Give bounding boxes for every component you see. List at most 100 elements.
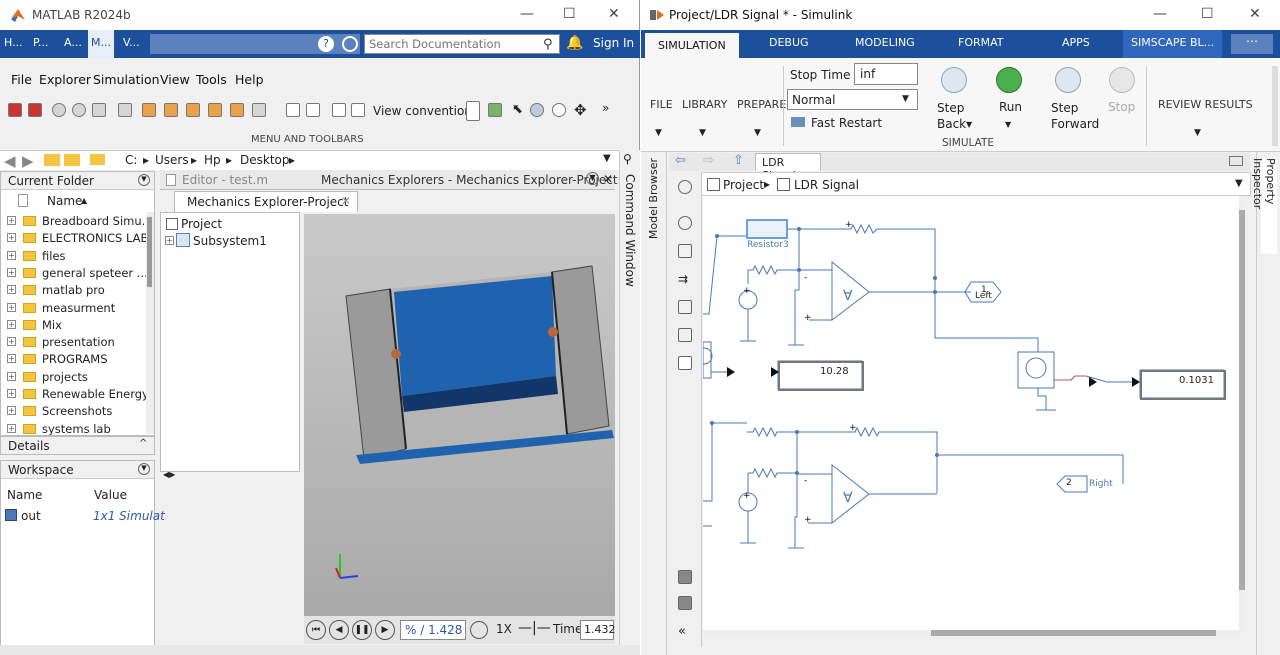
expand-icon[interactable]: +	[7, 371, 16, 381]
horizontal-scrollbar[interactable]	[703, 630, 1239, 636]
resistor3-label[interactable]: Resistor3	[747, 240, 789, 250]
list-item[interactable]: + projects	[1, 369, 146, 386]
annotation-icon[interactable]	[678, 300, 692, 314]
roll-icon[interactable]	[552, 103, 566, 117]
expand-icon[interactable]: +	[7, 337, 16, 347]
stop-icon[interactable]	[72, 103, 86, 117]
mechanics-3d-viewport[interactable]	[304, 214, 615, 616]
forward-arrow-icon[interactable]: ⇨	[703, 153, 714, 168]
run-label[interactable]: Run	[999, 100, 1022, 114]
up-folder-icon[interactable]	[44, 154, 60, 166]
options-icon[interactable]	[342, 36, 358, 52]
image-icon[interactable]	[678, 328, 692, 342]
toolbar-icon-13[interactable]	[332, 103, 346, 117]
chevron-down-icon[interactable]: ▼	[655, 128, 662, 138]
toolbar-icon-5[interactable]	[92, 103, 106, 117]
tab-m[interactable]: M...	[88, 30, 114, 58]
expand-icon[interactable]: +	[7, 354, 16, 364]
menu-tools[interactable]: Tools	[196, 72, 227, 87]
tab-debug[interactable]: DEBUG	[769, 36, 809, 49]
view-front-icon[interactable]	[142, 103, 156, 117]
toolbar-icon-15[interactable]	[488, 103, 502, 117]
panel-menu-icon[interactable]: ▼	[138, 463, 150, 475]
zoom-fit-icon[interactable]	[118, 103, 132, 117]
tab-editor[interactable]: Editor - test.m	[182, 173, 268, 187]
ws-name-header[interactable]: Name	[7, 488, 42, 502]
chevron-down-icon[interactable]: ▼	[1235, 178, 1243, 189]
property-inspector-sidebar[interactable]: Property Inspector	[1251, 152, 1280, 655]
run-icon[interactable]	[996, 67, 1022, 93]
panel-menu-icon[interactable]: ▼	[138, 174, 150, 186]
stop-time-field[interactable]: inf	[854, 63, 918, 85]
simulink-canvas[interactable]: - + - + + + + + ∀ ∀ Resistor3 1 Left 2 Right…	[703, 196, 1245, 636]
pan-icon[interactable]: ✥	[574, 101, 587, 119]
expand-icon[interactable]: +	[7, 285, 16, 295]
progress-field[interactable]: % / 1.428	[400, 620, 466, 640]
path-desktop[interactable]: Desktop	[240, 153, 290, 167]
more-icon[interactable]: »	[602, 101, 609, 115]
search-icon[interactable]: ⚲	[543, 37, 553, 52]
back-arrow-icon[interactable]: ◀	[4, 152, 16, 170]
tab-mechanics-explorers[interactable]: Mechanics Explorers - Mechanics Explorer…	[321, 173, 618, 187]
stop-icon[interactable]	[1109, 67, 1135, 93]
back-arrow-icon[interactable]: ⇦	[675, 153, 686, 168]
ws-value-header[interactable]: Value	[94, 488, 127, 502]
ribbon-collapse-icon[interactable]: ⋯	[1231, 34, 1273, 54]
tab-apps[interactable]: A...	[64, 36, 82, 49]
hscroll-thumb[interactable]	[931, 630, 1216, 636]
folder-scrollbar[interactable]	[146, 212, 154, 434]
loop-icon[interactable]	[470, 621, 488, 639]
expand-icon[interactable]: +	[7, 216, 16, 225]
tab-apps[interactable]: APPS	[1062, 36, 1090, 49]
step-back-icon[interactable]	[941, 67, 967, 93]
hide-explorer-icon[interactable]	[678, 180, 692, 194]
chevron-down-icon[interactable]: ▼	[1194, 128, 1201, 138]
view-back-icon[interactable]	[164, 103, 178, 117]
model-browser-sidebar[interactable]: Model Browser	[641, 152, 667, 655]
tab-ldr-signal[interactable]: LDR Signal	[755, 153, 821, 182]
fast-restart-button[interactable]: Fast Restart	[811, 116, 882, 130]
step-forward-icon[interactable]	[1055, 67, 1081, 93]
pause-icon[interactable]	[52, 103, 66, 117]
breadcrumb-model[interactable]: LDR Signal	[794, 178, 859, 192]
list-item[interactable]: + Screenshots	[1, 403, 146, 420]
expand-icon[interactable]: +	[165, 236, 174, 245]
time-field[interactable]: 1.432	[580, 620, 616, 640]
list-item[interactable]: + general speteer ...	[1, 265, 146, 282]
expand-icon[interactable]: +	[7, 423, 16, 433]
list-item[interactable]: + systems lab	[1, 421, 146, 435]
toolbar-icon-1[interactable]	[8, 103, 22, 117]
layout-icon-2[interactable]	[306, 103, 320, 117]
view-right-icon[interactable]	[208, 103, 222, 117]
minimize-icon[interactable]: —	[520, 6, 534, 22]
path-users[interactable]: Users	[155, 153, 189, 167]
tree-project[interactable]: Project	[181, 217, 222, 231]
list-item[interactable]: + Mix	[1, 317, 146, 334]
camera-icon[interactable]	[678, 570, 692, 584]
vscroll-thumb[interactable]	[1239, 210, 1245, 590]
tab-plots[interactable]: P...	[33, 36, 48, 49]
expand-icon[interactable]: +	[7, 319, 16, 329]
stop-label[interactable]: Stop	[1108, 100, 1135, 114]
path-hp[interactable]: Hp	[204, 153, 221, 167]
simulation-mode-dropdown[interactable]: Normal ▼	[787, 89, 918, 110]
up-arrow-icon[interactable]: ⇧	[733, 153, 744, 168]
expand-icon[interactable]: +	[7, 233, 16, 243]
prepare-section[interactable]: PREPARE	[737, 98, 786, 111]
list-item[interactable]: + Breadboard Simu...	[1, 213, 146, 230]
properties-icon[interactable]	[678, 596, 692, 610]
folder-scroll-thumb[interactable]	[147, 217, 152, 287]
step-back-icon[interactable]: ◀	[329, 620, 349, 640]
toolbar-icon-2[interactable]	[28, 103, 42, 117]
command-window-sidebar[interactable]: ⚲ Command Window	[619, 150, 640, 655]
close-icon[interactable]: ✕	[603, 172, 613, 186]
expand-icon[interactable]: +	[7, 302, 16, 312]
close-icon[interactable]: ✕	[608, 6, 620, 22]
menu-simulation[interactable]: Simulation	[93, 72, 160, 87]
chevron-down-icon[interactable]: ▼	[754, 128, 761, 138]
splitter-arrows[interactable]: ◀▶	[163, 470, 175, 479]
tab-format[interactable]: FORMAT	[958, 36, 1004, 49]
list-item[interactable]: + matlab pro	[1, 282, 146, 299]
toolbar-icon-14[interactable]	[351, 103, 365, 117]
tab-simulation[interactable]: SIMULATION	[645, 33, 739, 58]
